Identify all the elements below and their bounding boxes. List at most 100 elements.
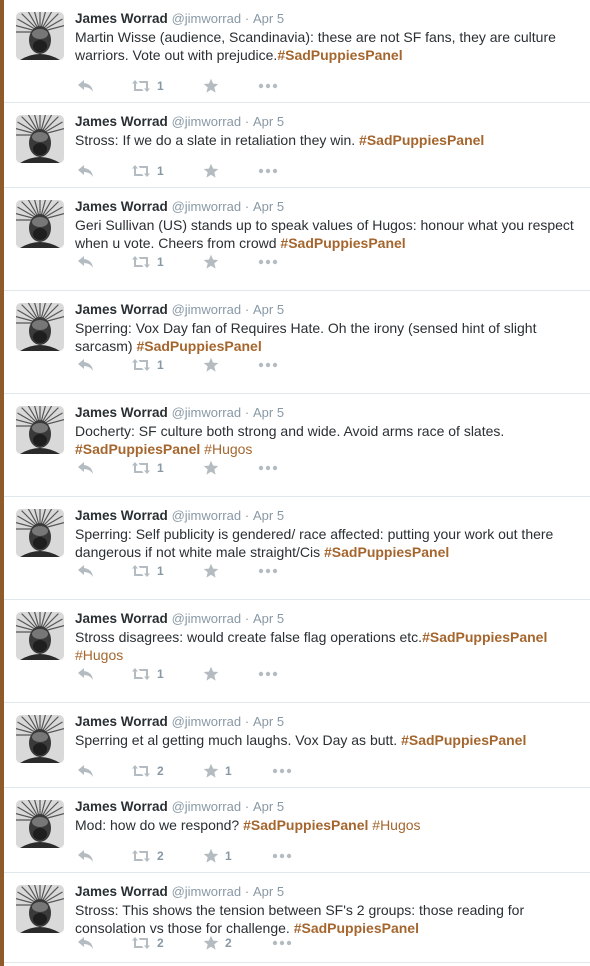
author-name[interactable]: James Worrad xyxy=(75,302,168,317)
tweet-timestamp[interactable]: Apr 5 xyxy=(253,11,284,26)
reply-button[interactable] xyxy=(77,356,95,374)
favorite-button[interactable] xyxy=(203,356,219,374)
hashtag-link[interactable]: #SadPuppiesPanel xyxy=(324,544,449,560)
avatar[interactable] xyxy=(16,115,64,163)
tweet-item[interactable]: James Worrad @jimworrad · Apr 5 Martin Wi… xyxy=(4,0,590,103)
author-handle[interactable]: @jimworrad xyxy=(172,114,242,129)
hashtag-link[interactable]: #SadPuppiesPanel xyxy=(280,235,405,251)
more-button[interactable] xyxy=(272,847,292,865)
author-name[interactable]: James Worrad xyxy=(75,199,168,214)
reply-button[interactable] xyxy=(77,665,95,683)
retweet-button[interactable]: 1 xyxy=(131,356,164,374)
author-handle[interactable]: @jimworrad xyxy=(172,11,242,26)
retweet-button[interactable]: 2 xyxy=(131,934,164,952)
tweet-item[interactable]: James Worrad @jimworrad · Apr 5 Geri Sull… xyxy=(4,188,590,291)
author-handle[interactable]: @jimworrad xyxy=(172,611,242,626)
favorite-button[interactable] xyxy=(203,459,219,477)
avatar[interactable] xyxy=(16,715,64,763)
retweet-button[interactable]: 1 xyxy=(131,162,164,180)
author-name[interactable]: James Worrad xyxy=(75,714,168,729)
tweet-timestamp[interactable]: Apr 5 xyxy=(253,714,284,729)
retweet-button[interactable]: 1 xyxy=(131,253,164,271)
more-button[interactable] xyxy=(258,356,278,374)
tweet-timestamp[interactable]: Apr 5 xyxy=(253,114,284,129)
favorite-button[interactable]: 2 xyxy=(203,934,232,952)
favorite-button[interactable] xyxy=(203,253,219,271)
more-button[interactable] xyxy=(258,162,278,180)
favorite-button[interactable] xyxy=(203,562,219,580)
favorite-button[interactable] xyxy=(203,665,219,683)
reply-button[interactable] xyxy=(77,934,95,952)
tweet-timestamp[interactable]: Apr 5 xyxy=(253,508,284,523)
hashtag-link[interactable]: #SadPuppiesPanel xyxy=(136,338,261,354)
author-name[interactable]: James Worrad xyxy=(75,611,168,626)
author-name[interactable]: James Worrad xyxy=(75,799,168,814)
reply-button[interactable] xyxy=(77,253,95,271)
tweet-timestamp[interactable]: Apr 5 xyxy=(253,611,284,626)
more-button[interactable] xyxy=(258,459,278,477)
author-handle[interactable]: @jimworrad xyxy=(172,884,242,899)
avatar[interactable] xyxy=(16,12,64,60)
hashtag-link[interactable]: #SadPuppiesPanel xyxy=(243,817,368,833)
tweet-timestamp[interactable]: Apr 5 xyxy=(253,884,284,899)
author-name[interactable]: James Worrad xyxy=(75,11,168,26)
more-button[interactable] xyxy=(272,934,292,952)
more-button[interactable] xyxy=(258,253,278,271)
author-handle[interactable]: @jimworrad xyxy=(172,199,242,214)
hashtag-link[interactable]: #SadPuppiesPanel xyxy=(277,47,402,63)
retweet-button[interactable]: 1 xyxy=(131,562,164,580)
avatar[interactable] xyxy=(16,612,64,660)
author-handle[interactable]: @jimworrad xyxy=(172,508,242,523)
hashtag-link[interactable]: #SadPuppiesPanel xyxy=(401,732,526,748)
retweet-button[interactable]: 1 xyxy=(131,665,164,683)
avatar[interactable] xyxy=(16,885,64,933)
reply-button[interactable] xyxy=(77,162,95,180)
retweet-button[interactable]: 2 xyxy=(131,847,164,865)
reply-button[interactable] xyxy=(77,562,95,580)
hashtag-link[interactable]: #Hugos xyxy=(372,817,420,833)
author-name[interactable]: James Worrad xyxy=(75,508,168,523)
favorite-button[interactable]: 1 xyxy=(203,762,232,780)
more-button[interactable] xyxy=(258,665,278,683)
tweet-item[interactable]: James Worrad @jimworrad · Apr 5 Stross: T… xyxy=(4,873,590,963)
reply-button[interactable] xyxy=(77,847,95,865)
hashtag-link[interactable]: #SadPuppiesPanel xyxy=(359,132,484,148)
author-name[interactable]: James Worrad xyxy=(75,405,168,420)
retweet-button[interactable]: 2 xyxy=(131,762,164,780)
tweet-item[interactable]: James Worrad @jimworrad · Apr 5 Mod: how … xyxy=(4,788,590,873)
avatar[interactable] xyxy=(16,406,64,454)
favorite-button[interactable] xyxy=(203,162,219,180)
author-handle[interactable]: @jimworrad xyxy=(172,714,242,729)
author-handle[interactable]: @jimworrad xyxy=(172,302,242,317)
hashtag-link[interactable]: #Hugos xyxy=(75,647,123,663)
avatar[interactable] xyxy=(16,800,64,848)
retweet-button[interactable]: 1 xyxy=(131,77,164,95)
hashtag-link[interactable]: #Hugos xyxy=(204,441,252,457)
author-handle[interactable]: @jimworrad xyxy=(172,405,242,420)
tweet-timestamp[interactable]: Apr 5 xyxy=(253,302,284,317)
author-handle[interactable]: @jimworrad xyxy=(172,799,242,814)
reply-button[interactable] xyxy=(77,459,95,477)
tweet-item[interactable]: James Worrad @jimworrad · Apr 5 Docherty:… xyxy=(4,394,590,497)
more-button[interactable] xyxy=(272,762,292,780)
tweet-timestamp[interactable]: Apr 5 xyxy=(253,199,284,214)
tweet-timestamp[interactable]: Apr 5 xyxy=(253,799,284,814)
reply-button[interactable] xyxy=(77,77,95,95)
tweet-item[interactable]: James Worrad @jimworrad · Apr 5 Stross: I… xyxy=(4,103,590,188)
hashtag-link[interactable]: #SadPuppiesPanel xyxy=(75,441,200,457)
author-name[interactable]: James Worrad xyxy=(75,884,168,899)
tweet-timestamp[interactable]: Apr 5 xyxy=(253,405,284,420)
more-button[interactable] xyxy=(258,562,278,580)
avatar[interactable] xyxy=(16,509,64,557)
tweet-item[interactable]: James Worrad @jimworrad · Apr 5 Stross di… xyxy=(4,600,590,703)
reply-button[interactable] xyxy=(77,762,95,780)
favorite-button[interactable]: 1 xyxy=(203,847,232,865)
tweet-item[interactable]: James Worrad @jimworrad · Apr 5 Sperring:… xyxy=(4,291,590,394)
avatar[interactable] xyxy=(16,303,64,351)
retweet-button[interactable]: 1 xyxy=(131,459,164,477)
tweet-item[interactable]: James Worrad @jimworrad · Apr 5 Sperring:… xyxy=(4,497,590,600)
more-button[interactable] xyxy=(258,77,278,95)
hashtag-link[interactable]: #SadPuppiesPanel xyxy=(422,629,547,645)
author-name[interactable]: James Worrad xyxy=(75,114,168,129)
avatar[interactable] xyxy=(16,200,64,248)
